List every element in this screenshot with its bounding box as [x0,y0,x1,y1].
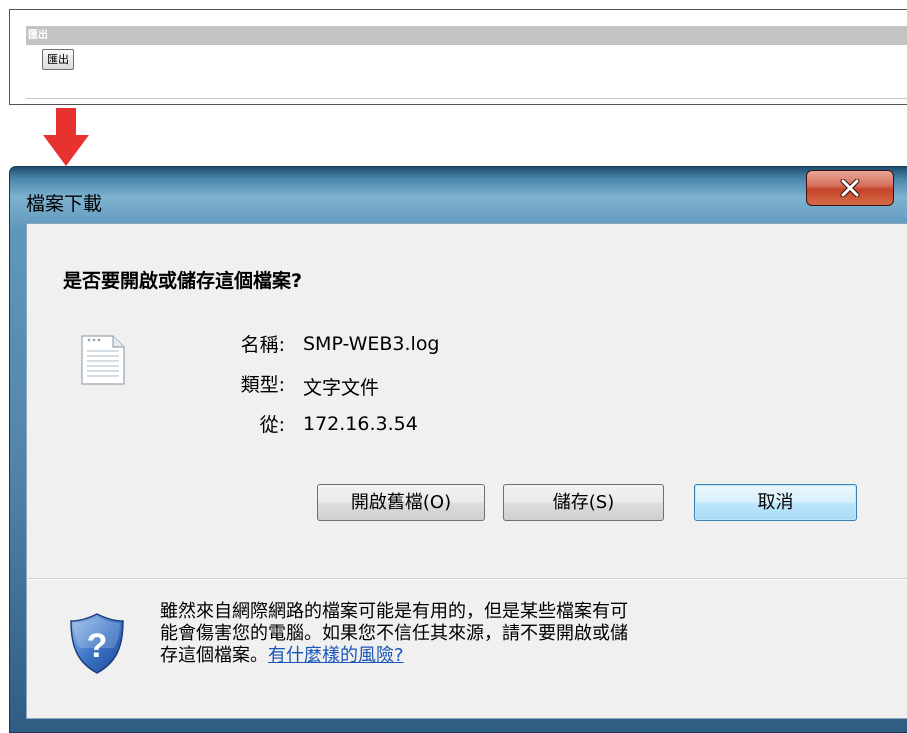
down-arrow-icon [43,108,89,166]
warning-text-line3: 存這個檔案。 [160,645,268,666]
title-bar[interactable]: 檔案下載 [10,167,907,225]
svg-text:?: ? [87,627,108,665]
open-button[interactable]: 開啟舊檔(O) [317,484,485,521]
field-label-from: 從: [259,414,285,436]
dialog-title: 檔案下載 [26,193,103,215]
warning-text-line1: 雖然來自網際網路的檔案可能是有用的，但是某些檔案有可 [160,601,628,622]
export-button[interactable]: 匯出 [42,49,74,70]
field-value-name: SMP-WEB3.log [303,333,440,355]
dialog-content: 是否要開啟或儲存這個檔案? 名稱: SMP-WEB3.log 類型: 文字文件 … [26,223,907,719]
export-panel: 匯出 匯出 [9,9,907,105]
save-button[interactable]: 儲存(S) [503,484,664,521]
field-value-from: 172.16.3.54 [303,413,418,435]
risk-info-link[interactable]: 有什麼樣的風險? [268,645,404,666]
security-shield-icon: ? [70,613,124,674]
cancel-button[interactable]: 取消 [694,484,857,521]
field-label-type: 類型: [240,374,285,396]
export-section-header: 匯出 [26,26,907,45]
close-button[interactable] [806,170,894,206]
divider-highlight [27,579,907,580]
file-download-dialog: 檔案下載 是否要開啟或儲存這個檔案? 名稱: SMP-WEB3.log 類型: … [9,166,907,733]
field-value-type: 文字文件 [303,377,380,399]
warning-text-line2: 能會傷害您的電腦。如果您不信任其來源，請不要開啟或儲 [160,623,628,644]
security-warning: 雖然來自網際網路的檔案可能是有用的，但是某些檔案有可 能會傷害您的電腦。如果您不… [160,601,880,667]
close-icon [840,179,860,197]
export-section-body: 匯出 [26,45,907,99]
dialog-heading: 是否要開啟或儲存這個檔案? [63,270,303,292]
field-label-name: 名稱: [240,334,285,356]
